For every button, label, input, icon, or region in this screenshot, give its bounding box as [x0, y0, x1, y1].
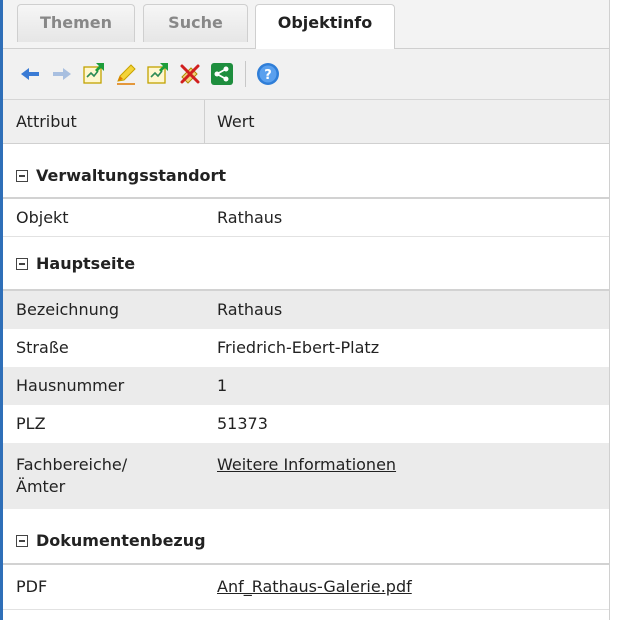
row-key: PDF: [16, 577, 48, 596]
row-value: Rathaus: [217, 300, 283, 319]
group-dokumentenbezug[interactable]: Dokumentenbezug: [3, 509, 609, 565]
header-wert[interactable]: Wert: [217, 100, 255, 143]
panel-right-edge: [609, 0, 610, 620]
tab-suche[interactable]: Suche: [143, 4, 248, 42]
help-icon[interactable]: ?: [256, 62, 280, 86]
table-row: Straße Friedrich-Ebert-Platz: [3, 329, 609, 367]
column-header: Attribut Wert: [3, 100, 609, 144]
collapse-toggle-icon[interactable]: [16, 169, 28, 182]
row-key: PLZ: [16, 414, 46, 433]
tab-themen[interactable]: Themen: [17, 4, 135, 42]
table-row: Objekt Rathaus: [3, 199, 609, 237]
collapse-toggle-icon[interactable]: [16, 534, 28, 547]
row-value: Friedrich-Ebert-Platz: [217, 338, 380, 357]
table-row: PDF Anf_Rathaus-Galerie.pdf: [3, 565, 609, 610]
weitere-informationen-link[interactable]: Weitere Informationen: [217, 455, 396, 474]
forward-arrow-icon[interactable]: [50, 62, 74, 86]
group-hauptseite[interactable]: Hauptseite: [3, 238, 609, 291]
export-add-icon[interactable]: [146, 62, 170, 86]
delete-icon[interactable]: [178, 62, 202, 86]
tab-bar: Themen Suche Objektinfo: [3, 0, 609, 49]
export-icon[interactable]: [82, 62, 106, 86]
table-row: Fachbereiche/ Ämter Weitere Informatione…: [3, 443, 609, 509]
row-key: Straße: [16, 338, 69, 357]
back-arrow-icon[interactable]: [18, 62, 42, 86]
pdf-link[interactable]: Anf_Rathaus-Galerie.pdf: [217, 577, 412, 596]
row-key-continued: Ämter: [16, 477, 66, 496]
row-key: Hausnummer: [16, 376, 125, 395]
row-value: 51373: [217, 414, 268, 433]
header-divider: [204, 100, 205, 143]
row-key: Fachbereiche/: [16, 455, 128, 474]
table-row: Hausnummer 1: [3, 367, 609, 405]
tab-objektinfo[interactable]: Objektinfo: [255, 4, 395, 49]
group-title: Verwaltungsstandort: [36, 166, 227, 185]
svg-text:?: ?: [264, 68, 272, 83]
group-verwaltungsstandort[interactable]: Verwaltungsstandort: [3, 154, 609, 199]
header-attribut[interactable]: Attribut: [16, 100, 77, 143]
toolbar-separator: [245, 61, 246, 87]
toolbar: ?: [3, 49, 609, 100]
row-key: Objekt: [16, 208, 69, 227]
row-value: 1: [217, 376, 228, 395]
share-icon[interactable]: [210, 62, 234, 86]
collapse-toggle-icon[interactable]: [16, 257, 28, 270]
table-row: PLZ 51373: [3, 405, 609, 443]
table-row: Bezeichnung Rathaus: [3, 291, 609, 329]
group-title: Hauptseite: [36, 254, 136, 273]
row-key: Bezeichnung: [16, 300, 120, 319]
row-value: Rathaus: [217, 208, 283, 227]
group-title: Dokumentenbezug: [36, 531, 206, 550]
edit-icon[interactable]: [114, 62, 138, 86]
object-info-panel: Themen Suche Objektinfo ? Attribut Wert …: [0, 0, 620, 620]
